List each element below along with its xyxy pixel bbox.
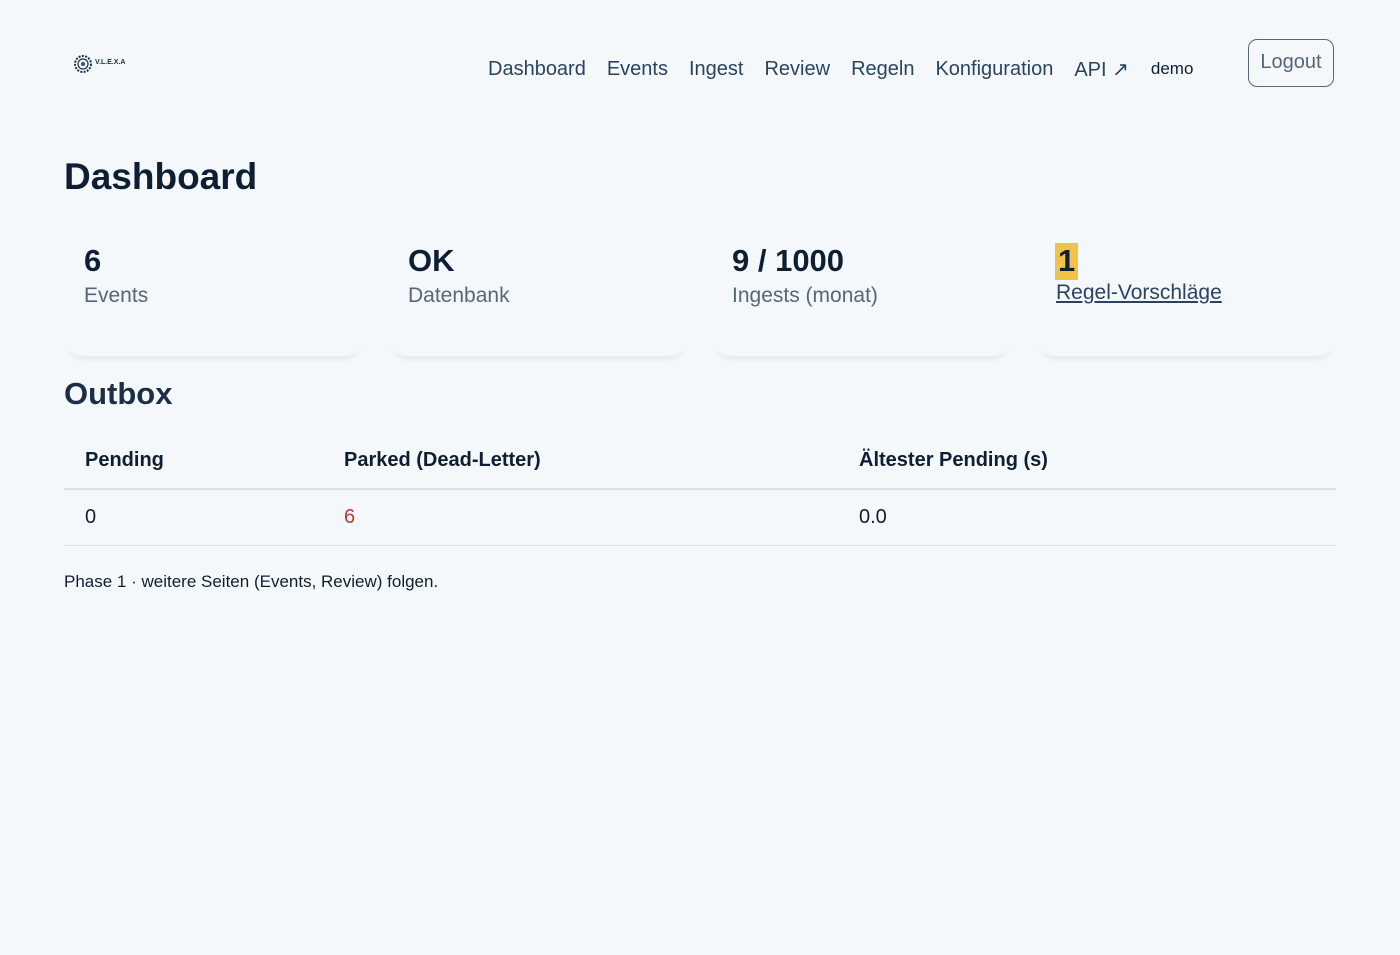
cell-oldest-pending: 0.0 [859,489,1336,546]
footnote: Phase 1 · weitere Seiten (Events, Review… [64,572,439,591]
stat-label: Events [84,284,149,307]
gear-logo-icon [74,55,92,73]
cell-parked: 6 [344,489,859,546]
column-header-pending: Pending [64,433,344,490]
outbox-title: Outbox [64,376,173,411]
nav-konfiguration[interactable]: Konfiguration [935,58,1053,81]
header: V.L.E.X.A ... Dashboard Events Ingest Re… [0,0,1400,130]
stat-card-events: 6 Events [62,226,366,356]
main-nav: Dashboard Events Ingest Review Regeln Ko… [488,56,1193,82]
stat-card-datenbank: OK Datenbank [386,226,690,356]
table-header-row: Pending Parked (Dead-Letter) Ältester Pe… [64,433,1336,490]
stat-value: 9 / 1000 [732,243,845,278]
stat-value: 6 [84,243,102,278]
nav-events[interactable]: Events [607,58,668,81]
cell-pending: 0 [64,489,344,546]
brand-tagline: ... [95,65,98,69]
page-title: Dashboard [64,156,258,197]
nav-api-external-link[interactable]: API ↗ [1074,57,1129,82]
logout-button[interactable]: Logout [1248,39,1334,87]
nav-regeln[interactable]: Regeln [851,58,914,81]
nav-review[interactable]: Review [764,58,830,81]
stat-card-regel-vorschlaege: 1 Regel-Vorschläge [1034,226,1338,356]
current-user: demo [1150,59,1194,78]
column-header-oldest-pending: Ältester Pending (s) [859,433,1336,490]
outbox-table: Pending Parked (Dead-Letter) Ältester Pe… [64,433,1336,546]
nav-dashboard[interactable]: Dashboard [488,58,586,81]
stat-label: Ingests (monat) [732,284,878,307]
stat-label: Datenbank [408,284,510,307]
brand-logo[interactable]: V.L.E.X.A ... [74,53,132,75]
stat-card-ingests: 9 / 1000 Ingests (monat) [710,226,1014,356]
stat-value-badge: 1 [1055,243,1079,280]
brand-name: V.L.E.X.A ... [95,59,126,69]
table-row: 0 6 0.0 [64,489,1336,546]
nav-ingest[interactable]: Ingest [689,58,743,81]
regel-vorschlaege-link[interactable]: Regel-Vorschläge [1056,281,1222,305]
stat-cards: 6 Events OK Datenbank 9 / 1000 Ingests (… [62,226,1338,356]
stat-value: OK [408,243,455,278]
column-header-parked: Parked (Dead-Letter) [344,433,859,490]
